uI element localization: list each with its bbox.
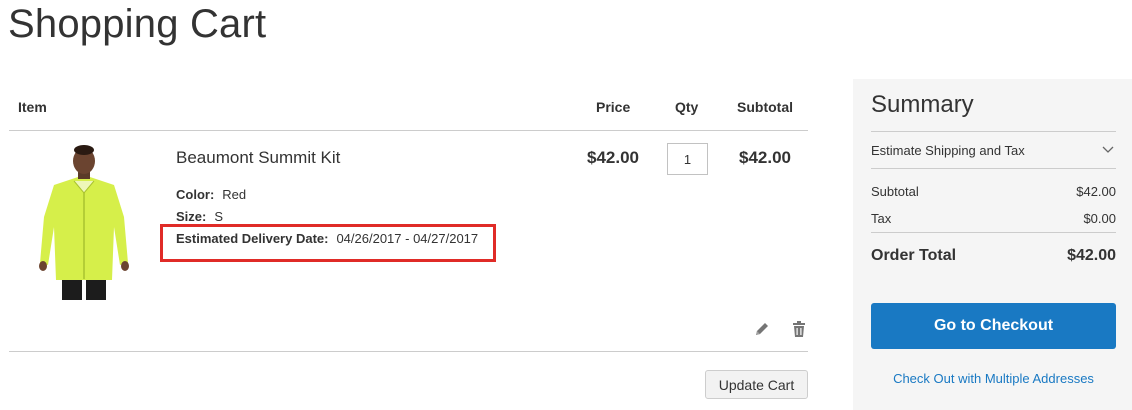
summary-label: Subtotal xyxy=(871,184,919,199)
multiple-addresses-link[interactable]: Check Out with Multiple Addresses xyxy=(871,371,1116,386)
option-label: Color: xyxy=(176,187,215,202)
item-subtotal: $42.00 xyxy=(739,148,791,167)
table-divider xyxy=(9,130,808,131)
estimate-shipping-toggle[interactable]: Estimate Shipping and Tax xyxy=(871,132,1116,168)
estimate-shipping-label: Estimate Shipping and Tax xyxy=(871,143,1025,158)
column-header-qty: Qty xyxy=(675,99,699,115)
option-color: Color: Red xyxy=(176,187,246,202)
option-value: S xyxy=(214,209,224,224)
product-image[interactable] xyxy=(24,145,144,300)
summary-value: $42.00 xyxy=(1076,184,1116,199)
page-title: Shopping Cart xyxy=(8,2,267,46)
order-total-value: $42.00 xyxy=(1067,247,1116,264)
option-size: Size: S xyxy=(176,209,223,224)
qty-input[interactable] xyxy=(667,143,708,175)
product-name[interactable]: Beaumont Summit Kit xyxy=(176,148,340,168)
trash-icon[interactable] xyxy=(790,320,808,338)
order-total-row: Order Total $42.00 xyxy=(871,247,1116,265)
summary-divider xyxy=(871,232,1116,233)
table-divider xyxy=(9,351,808,352)
update-cart-button[interactable]: Update Cart xyxy=(705,370,808,399)
column-header-subtotal: Subtotal xyxy=(737,99,793,115)
summary-value: $0.00 xyxy=(1083,211,1116,226)
summary-subtotal-row: Subtotal $42.00 xyxy=(871,184,1116,199)
chevron-down-icon xyxy=(1102,146,1114,153)
order-total-label: Order Total xyxy=(871,247,957,264)
option-value: Red xyxy=(222,187,247,202)
option-label: Size: xyxy=(176,209,207,224)
item-price: $42.00 xyxy=(587,148,639,167)
go-to-checkout-button[interactable]: Go to Checkout xyxy=(871,303,1116,349)
delivery-date-highlight xyxy=(160,224,496,262)
column-header-price: Price xyxy=(596,99,631,115)
summary-title: Summary xyxy=(871,91,974,118)
summary-tax-row: Tax $0.00 xyxy=(871,211,1116,226)
column-header-item: Item xyxy=(18,99,47,115)
pencil-icon[interactable] xyxy=(753,320,771,338)
summary-label: Tax xyxy=(871,211,892,226)
order-summary: Summary Estimate Shipping and Tax Subtot… xyxy=(853,79,1132,410)
summary-divider xyxy=(871,168,1116,169)
